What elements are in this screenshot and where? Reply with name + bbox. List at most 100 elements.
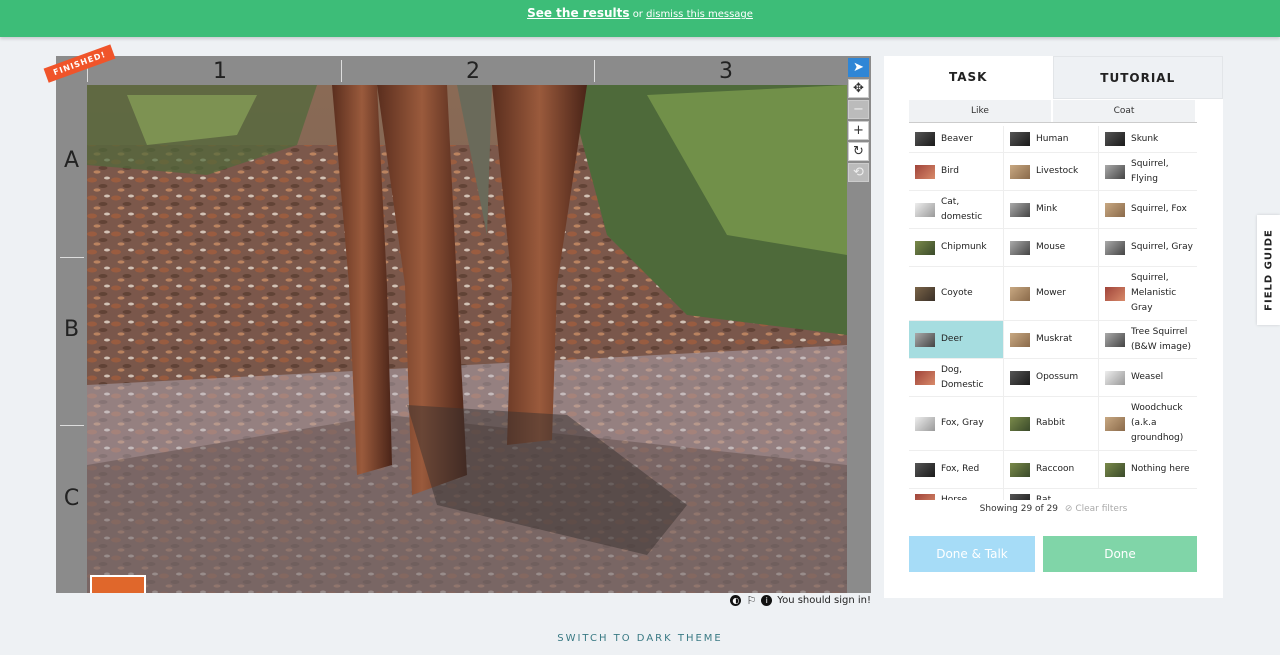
contrast-icon[interactable]: ◐: [730, 595, 742, 606]
filter-like-button[interactable]: Like: [909, 100, 1051, 122]
species-thumbnail: [1105, 164, 1125, 179]
choice-row: Cat, domestic Mink Squirrel, Fox: [909, 191, 1197, 229]
species-choice[interactable]: Skunk: [1099, 126, 1194, 152]
species-label: Weasel: [1131, 372, 1164, 382]
filter-coat-button[interactable]: Coat: [1053, 100, 1195, 122]
species-choice[interactable]: Muskrat: [1004, 321, 1099, 358]
species-choice[interactable]: Livestock: [1004, 153, 1099, 190]
species-thumbnail: [1010, 493, 1030, 500]
species-choice[interactable]: Weasel: [1099, 359, 1194, 396]
species-label: Fox, Red: [941, 464, 980, 474]
species-label: Mower: [1036, 288, 1066, 298]
choice-row: Coyote Mower Squirrel, Melanistic Gray: [909, 267, 1197, 321]
showing-text: Showing 29 of 29: [979, 504, 1059, 514]
species-label: Coyote: [941, 288, 973, 298]
choice-row: Horse Rat: [909, 489, 1197, 500]
species-choice[interactable]: Woodchuck (a.k.a groundhog): [1099, 397, 1194, 450]
species-thumbnail: [1105, 332, 1125, 347]
species-choice[interactable]: Squirrel, Fox: [1099, 191, 1194, 228]
species-choice[interactable]: Squirrel, Gray: [1099, 229, 1194, 266]
species-thumbnail: [1105, 132, 1125, 146]
column-label-1: 1: [213, 59, 227, 84]
species-choice[interactable]: Human: [1004, 126, 1099, 152]
species-choice[interactable]: Cat, domestic: [909, 191, 1004, 228]
reset-icon[interactable]: ⟲: [848, 163, 869, 182]
task-tabs: TASK TUTORIAL: [884, 56, 1223, 99]
flag-icon[interactable]: ⚐: [746, 594, 756, 607]
choice-row: Chipmunk Mouse Squirrel, Gray: [909, 229, 1197, 267]
subject-meta-bar: ◐ ⚐ i You should sign in!: [730, 594, 871, 607]
done-and-talk-button[interactable]: Done & Talk: [909, 536, 1035, 572]
viewer-toolbar: ➤ ✥ − + ↻ ⟲: [848, 58, 869, 184]
species-thumbnail: [1010, 132, 1030, 146]
species-label: Squirrel, Flying: [1131, 158, 1169, 184]
species-label: Muskrat: [1036, 334, 1073, 344]
notification-banner: See the results or dismiss this message: [0, 0, 1280, 37]
species-choice[interactable]: Squirrel, Melanistic Gray: [1099, 267, 1194, 320]
species-choice[interactable]: Horse: [909, 489, 1004, 500]
clear-filters-button[interactable]: ⊘ Clear filters: [1065, 504, 1127, 514]
species-choice[interactable]: Nothing here: [1099, 451, 1194, 488]
info-icon[interactable]: i: [761, 595, 773, 606]
species-thumbnail: [915, 240, 935, 255]
field-guide-tab[interactable]: FIELD GUIDE: [1257, 215, 1280, 325]
species-label: Woodchuck (a.k.a groundhog): [1131, 403, 1184, 443]
species-label: Deer: [941, 334, 963, 344]
species-thumbnail: [1105, 286, 1125, 301]
switch-theme-button[interactable]: SWITCH TO DARK THEME: [0, 633, 1280, 644]
species-choice[interactable]: Tree Squirrel (B&W image): [1099, 321, 1194, 358]
zoom-out-icon[interactable]: −: [848, 100, 869, 119]
species-choice[interactable]: Fox, Red: [909, 451, 1004, 488]
species-choice[interactable]: Bird: [909, 153, 1004, 190]
species-choice[interactable]: Beaver: [909, 126, 1004, 152]
species-choice[interactable]: Coyote: [909, 267, 1004, 320]
species-choice[interactable]: Rabbit: [1004, 397, 1099, 450]
choice-row: Bird Livestock Squirrel, Flying: [909, 153, 1197, 191]
species-label: Squirrel, Melanistic Gray: [1131, 273, 1177, 313]
species-choice[interactable]: Opossum: [1004, 359, 1099, 396]
species-label: Rabbit: [1036, 418, 1066, 428]
filter-bar: Like Coat: [909, 100, 1197, 123]
species-thumbnail: [1010, 240, 1030, 255]
tab-task[interactable]: TASK: [884, 56, 1053, 99]
column-label-3: 3: [719, 59, 733, 84]
species-choice[interactable]: Mower: [1004, 267, 1099, 320]
species-thumbnail: [915, 164, 935, 179]
zoom-in-icon[interactable]: +: [848, 121, 869, 140]
species-label: Fox, Gray: [941, 418, 984, 428]
species-label: Skunk: [1131, 133, 1159, 144]
zooniverse-badge: [90, 575, 146, 593]
subject-viewer: 1 2 3 A B C FINISHED! ➤ ✥ − + ↻ ⟲: [43, 44, 871, 593]
species-thumbnail: [915, 416, 935, 431]
species-choice[interactable]: Dog, Domestic: [909, 359, 1004, 396]
species-label: Bird: [941, 166, 959, 176]
species-thumbnail: [915, 370, 935, 385]
tab-tutorial[interactable]: TUTORIAL: [1052, 56, 1223, 99]
row-ruler: A B C: [56, 85, 87, 593]
species-choice[interactable]: Raccoon: [1004, 451, 1099, 488]
row-label-c: C: [63, 486, 80, 511]
species-choice[interactable]: Mouse: [1004, 229, 1099, 266]
row-label-a: A: [63, 148, 80, 173]
rotate-icon[interactable]: ↻: [848, 142, 869, 161]
species-thumbnail: [915, 493, 935, 500]
species-choice[interactable]: Fox, Gray: [909, 397, 1004, 450]
done-button[interactable]: Done: [1043, 536, 1197, 572]
dismiss-message-link[interactable]: dismiss this message: [646, 9, 753, 20]
species-choice[interactable]: Squirrel, Flying: [1099, 153, 1194, 190]
species-thumbnail: [915, 286, 935, 301]
species-choice[interactable]: Mink: [1004, 191, 1099, 228]
row-label-b: B: [63, 317, 80, 342]
species-thumbnail: [915, 132, 935, 146]
species-label: Squirrel, Gray: [1131, 242, 1193, 252]
species-choice[interactable]: Chipmunk: [909, 229, 1004, 266]
species-label: Mink: [1036, 204, 1058, 214]
see-results-link[interactable]: See the results: [527, 6, 629, 20]
pointer-icon[interactable]: ➤: [848, 58, 869, 77]
move-icon[interactable]: ✥: [848, 79, 869, 98]
species-choice[interactable]: Deer: [909, 321, 1004, 358]
species-thumbnail: [1105, 202, 1125, 217]
species-thumbnail: [1105, 462, 1125, 477]
species-choice[interactable]: Rat: [1004, 489, 1099, 500]
camera-trap-image[interactable]: [87, 85, 847, 593]
